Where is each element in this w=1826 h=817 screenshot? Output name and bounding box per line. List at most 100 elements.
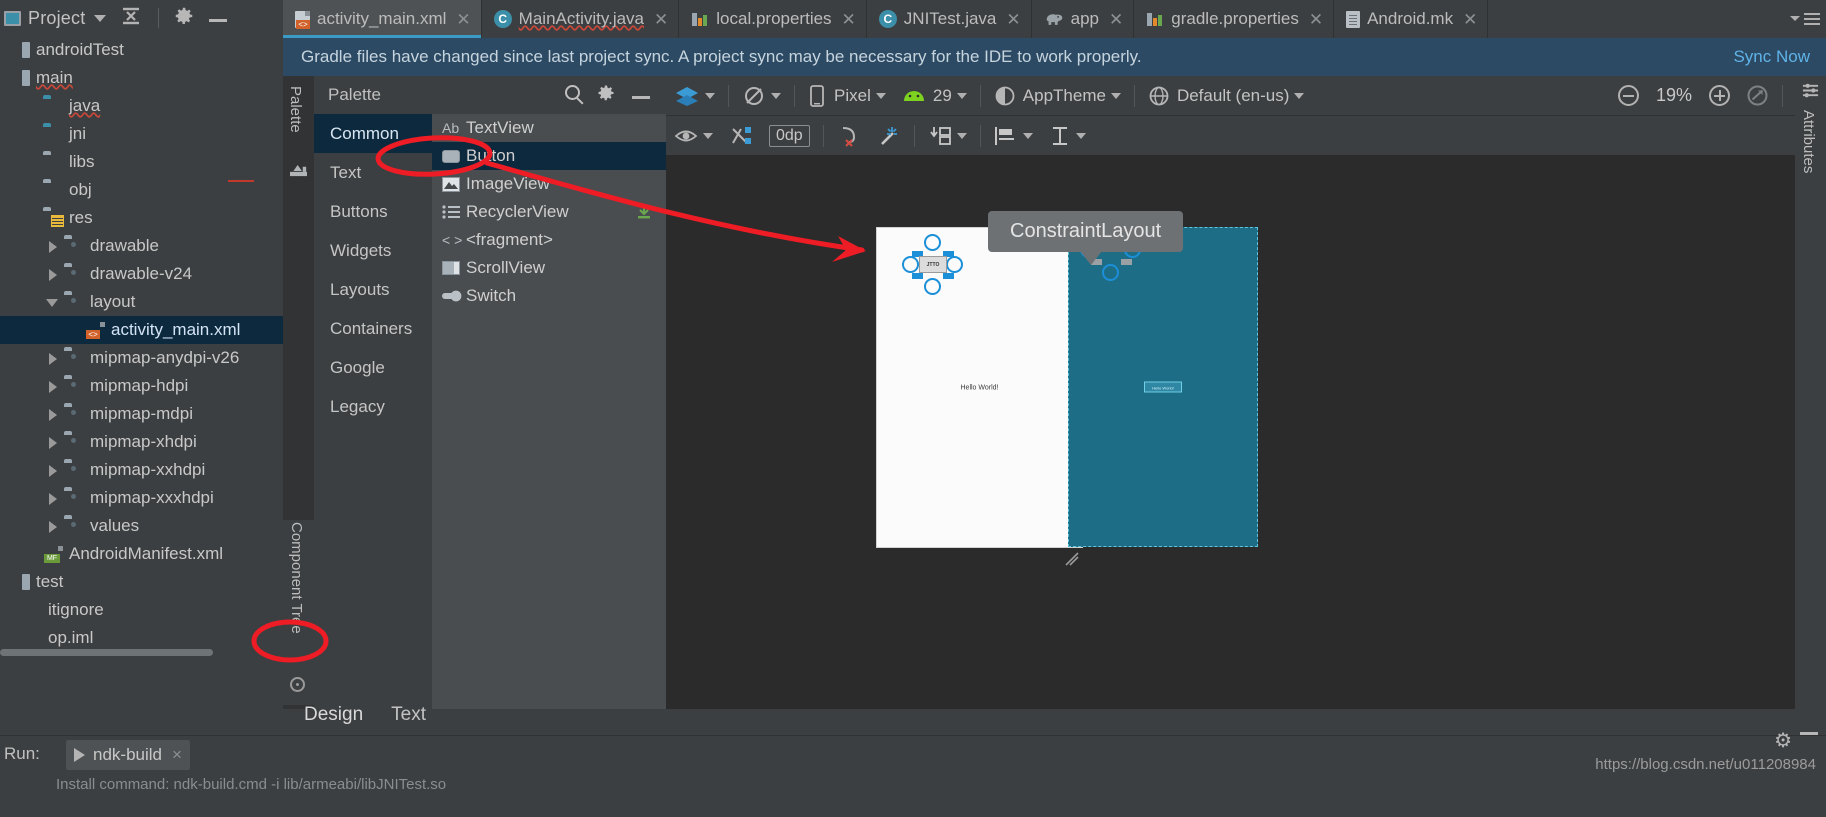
palette-category[interactable]: Widgets [314,231,432,270]
tree-row[interactable]: mipmap-hdpi [0,372,283,400]
orientation-button[interactable] [734,76,789,115]
twisty-closed-icon[interactable] [46,491,60,505]
close-icon[interactable]: ✕ [1309,11,1323,28]
device-selector[interactable]: Pixel [800,76,894,115]
palette-item-list[interactable]: Ab TextView Button ImageView RecyclerView < >… [432,114,666,709]
constraint-handle-bottom[interactable] [924,278,941,295]
twisty-closed-icon[interactable] [46,519,60,533]
tab-text[interactable]: Text [377,701,440,729]
tree-row[interactable]: AndroidManifest.xml [0,540,283,568]
design-surface-mode-button[interactable] [666,76,723,115]
tree-row[interactable]: layout [0,288,283,316]
tab-overflow-controls[interactable] [1788,0,1822,38]
tree-row[interactable]: jni [0,120,283,148]
editor-tab[interactable]: C MainActivity.java ✕ [481,0,680,38]
constraint-handle-left[interactable] [902,256,919,273]
download-icon[interactable] [636,203,652,220]
locale-selector[interactable]: Default (en-us) [1140,76,1312,115]
close-icon[interactable]: × [172,745,182,765]
tree-row[interactable]: itignore [0,596,283,624]
palette-category[interactable]: Layouts [314,270,432,309]
twisty-closed-icon[interactable] [46,463,60,477]
tree-row[interactable]: drawable-v24 [0,260,283,288]
status-minimize-icon[interactable] [1800,732,1818,735]
twisty-closed-icon[interactable] [46,379,60,393]
palette-category-list[interactable]: Common Text Buttons Widgets Layouts Container… [314,114,432,709]
settings-button[interactable] [173,5,195,32]
sync-now-link[interactable]: Sync Now [1733,47,1810,67]
selected-widget[interactable]: JTTO [902,234,964,296]
blueprint-constraint-handle-bottom[interactable] [1102,264,1119,281]
align-button[interactable] [986,116,1041,155]
close-icon[interactable]: ✕ [1006,11,1020,28]
tree-row[interactable]: java [0,92,283,120]
editor-tab[interactable]: C JNITest.java ✕ [866,0,1032,38]
tree-row[interactable]: drawable [0,232,283,260]
editor-tab[interactable]: app ✕ [1031,0,1135,38]
resize-handle-bottom-left[interactable] [912,273,923,279]
editor-mode-tabs[interactable]: Design Text [290,701,440,729]
twisty-closed-icon[interactable] [46,407,60,421]
palette-item[interactable]: ImageView [432,170,666,198]
guidelines-button[interactable] [920,116,975,155]
palette-search-button[interactable] [565,85,580,105]
status-gear-icon[interactable]: ⚙ [1774,728,1792,753]
palette-category[interactable]: Buttons [314,192,432,231]
palette-item[interactable]: ScrollView [432,254,666,282]
close-icon[interactable]: ✕ [456,11,470,28]
component-tree-strip[interactable]: Component Tree [283,520,314,705]
palette-item[interactable]: Ab TextView [432,114,666,142]
close-icon[interactable]: ✕ [842,11,856,28]
device-preview-blueprint[interactable]: Hello World! [1068,219,1258,547]
autoconnect-button[interactable] [721,116,761,155]
tab-design[interactable]: Design [290,701,377,729]
tree-row[interactable]: mipmap-mdpi [0,400,283,428]
close-icon[interactable]: ✕ [1109,11,1123,28]
palette-settings-button[interactable] [596,83,616,108]
editor-tab[interactable]: local.properties ✕ [679,0,867,38]
blueprint-resize-handle-br[interactable] [1121,259,1132,265]
default-margin-control[interactable]: 0dp [761,116,818,155]
palette-hide-button[interactable] [632,86,650,104]
api-level-selector[interactable]: 29 [894,76,975,115]
design-canvas[interactable]: Hello World! Hello World! JTTO Constrain… [666,155,1795,709]
tree-row[interactable]: libs [0,148,283,176]
zoom-to-fit-button[interactable] [1738,76,1777,115]
attributes-tool-strip[interactable]: Attributes [1795,76,1826,709]
palette-item[interactable]: < > <fragment> [432,226,666,254]
project-tree[interactable]: androidTest main java jni libs obj res drawable… [0,36,283,817]
close-icon[interactable]: ✕ [654,11,668,28]
theme-selector[interactable]: AppTheme [986,76,1129,115]
palette-category[interactable]: Containers [314,309,432,348]
twisty-closed-icon[interactable] [46,435,60,449]
blueprint-textview[interactable]: Hello World! [1144,381,1182,393]
palette-item[interactable]: Switch [432,282,666,310]
tree-row[interactable]: mipmap-anydpi-v26 [0,344,283,372]
palette-item[interactable]: Button [432,142,666,170]
palette-category[interactable]: Text [314,153,432,192]
constraint-handle-top[interactable] [924,234,941,251]
editor-tab[interactable]: Android.mk ✕ [1334,0,1489,38]
project-tree-horizontal-scrollbar[interactable] [0,648,247,657]
chevron-down-icon[interactable] [94,14,107,22]
zoom-in-button[interactable] [1701,76,1738,115]
twisty-closed-icon[interactable] [46,351,60,365]
editor-tab[interactable]: gradle.properties ✕ [1134,0,1335,38]
tree-row[interactable]: res [0,204,283,232]
palette-category[interactable]: Common [314,114,432,153]
default-margin-value[interactable]: 0dp [769,124,810,147]
twisty-open-icon[interactable] [46,295,60,309]
canvas-resize-handle[interactable] [1064,551,1080,567]
tab-list-icon[interactable] [1788,10,1822,28]
palette-category[interactable]: Google [314,348,432,387]
twisty-closed-icon[interactable] [46,267,60,281]
tree-row[interactable]: activity_main.xml [0,316,283,344]
twisty-closed-icon[interactable] [46,239,60,253]
tree-row[interactable]: values [0,512,283,540]
clear-constraints-button[interactable] [829,116,869,155]
close-icon[interactable]: ✕ [1463,11,1477,28]
view-options-button[interactable] [666,116,721,155]
resize-handle-bottom-right[interactable] [943,273,954,279]
editor-tab[interactable]: activity_main.xml ✕ [283,0,482,38]
tree-row[interactable]: mipmap-xhdpi [0,428,283,456]
